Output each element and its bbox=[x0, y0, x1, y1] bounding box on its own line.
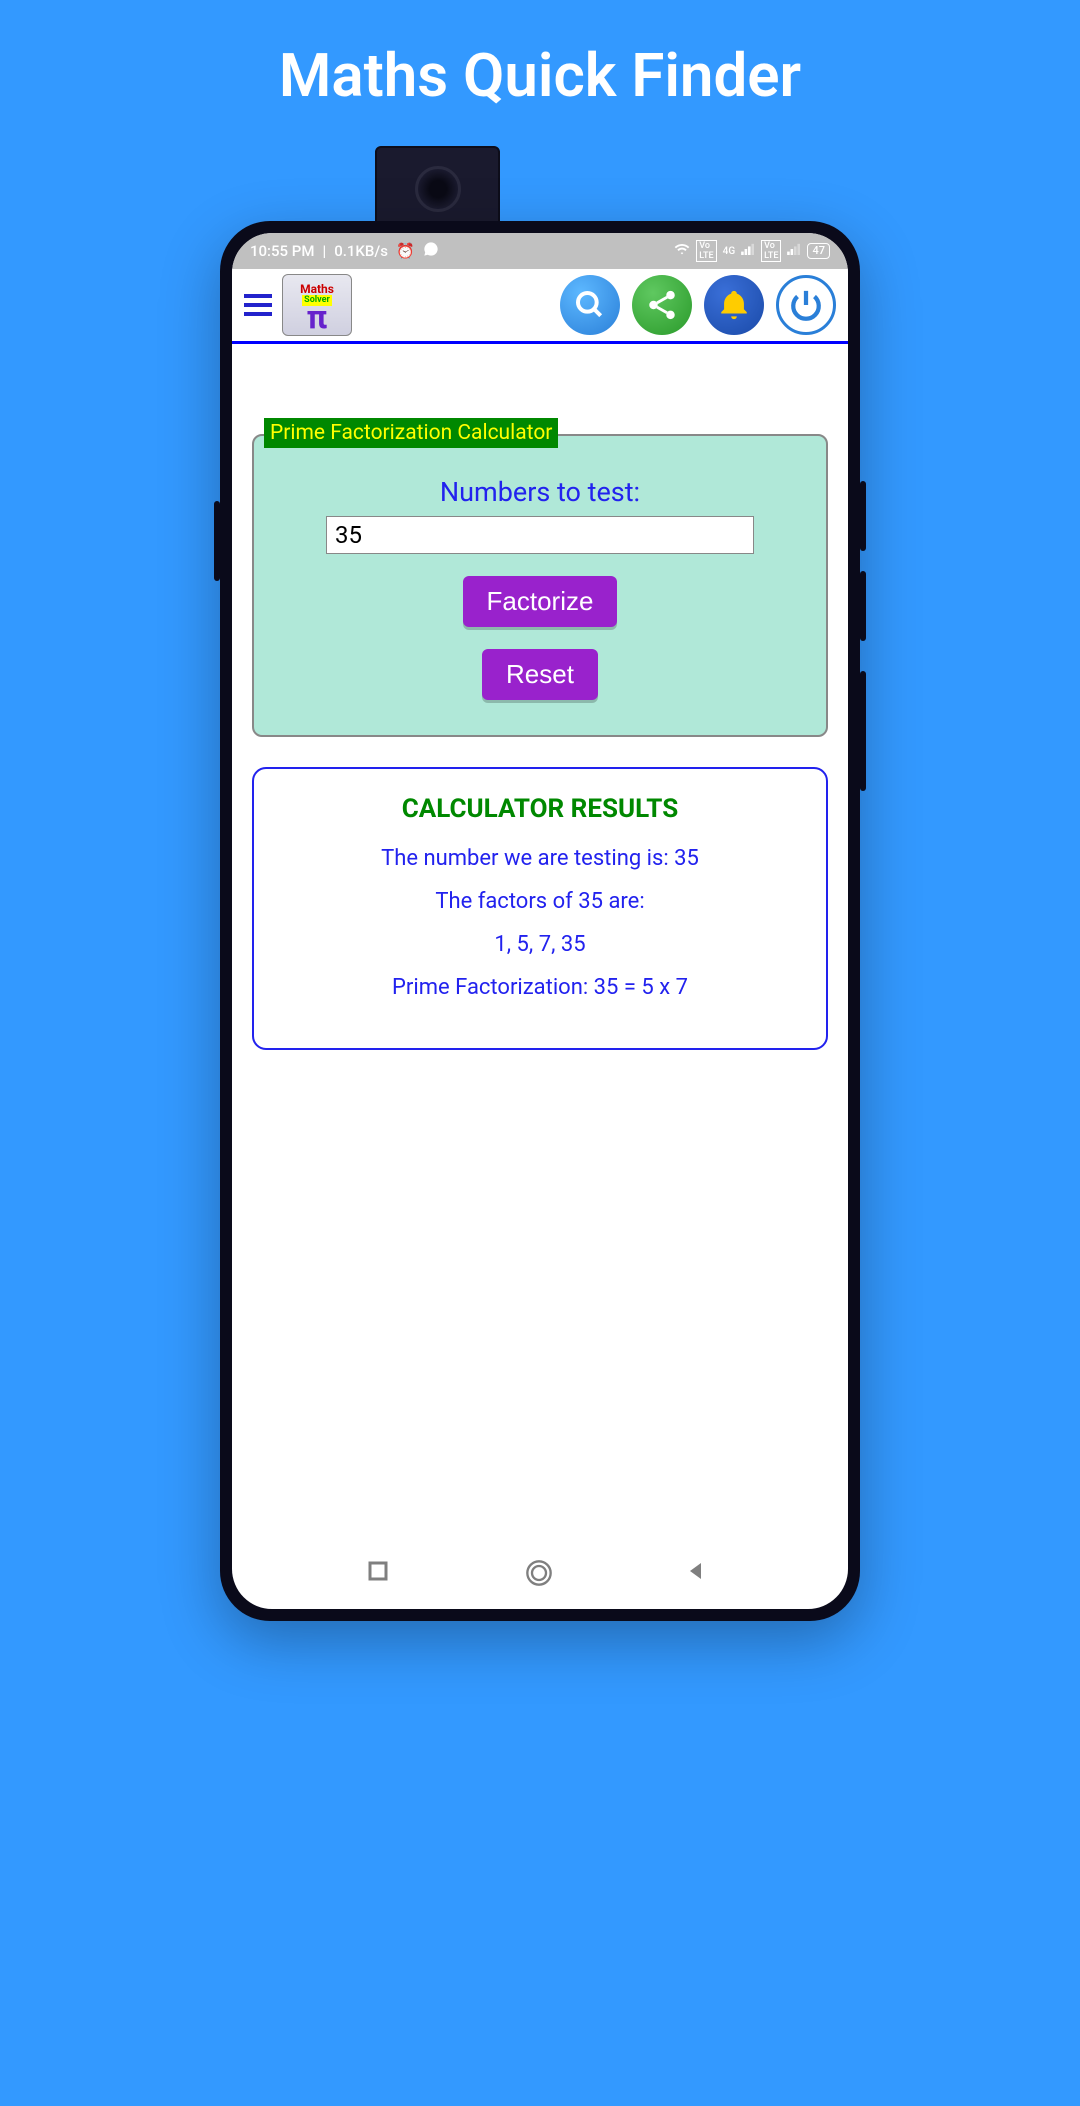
signal-icon-2 bbox=[787, 243, 801, 259]
pi-icon: π bbox=[307, 308, 328, 327]
result-prime: Prime Factorization: 35 = 5 x 7 bbox=[274, 975, 806, 1000]
results-panel: CALCULATOR RESULTS The number we are tes… bbox=[252, 767, 828, 1050]
battery-indicator: 47 bbox=[807, 243, 830, 259]
circle-icon bbox=[525, 1559, 553, 1587]
network-label: 4G bbox=[723, 246, 736, 257]
square-icon bbox=[366, 1559, 390, 1583]
results-heading: CALCULATOR RESULTS bbox=[274, 794, 806, 824]
signal-icon bbox=[741, 243, 755, 259]
bell-icon bbox=[717, 288, 751, 322]
reset-button[interactable]: Reset bbox=[482, 649, 598, 700]
power-button[interactable] bbox=[776, 275, 836, 335]
factorize-button[interactable]: Factorize bbox=[463, 576, 618, 627]
phone-screen: 10:55 PM | 0.1KB/s ⏰ VoLTE 4G bbox=[232, 233, 848, 1609]
alarm-icon: ⏰ bbox=[396, 242, 415, 260]
status-speed: 0.1KB/s bbox=[334, 242, 388, 260]
back-button[interactable] bbox=[684, 1559, 714, 1589]
status-bar: 10:55 PM | 0.1KB/s ⏰ VoLTE 4G bbox=[232, 233, 848, 269]
lte-icon-2: VoLTE bbox=[761, 240, 781, 262]
phone-side-button bbox=[214, 501, 220, 581]
phone-side-button bbox=[860, 671, 866, 791]
android-nav-bar bbox=[232, 1539, 848, 1609]
result-testing: The number we are testing is: 35 bbox=[274, 846, 806, 871]
logo-text: Maths bbox=[300, 283, 334, 295]
app-logo[interactable]: Maths Solver π bbox=[282, 274, 352, 336]
number-input[interactable] bbox=[326, 516, 754, 554]
status-time: 10:55 PM bbox=[250, 242, 314, 260]
hamburger-menu-button[interactable] bbox=[242, 288, 274, 322]
input-label: Numbers to test: bbox=[279, 476, 801, 508]
triangle-back-icon bbox=[684, 1559, 708, 1583]
camera-lens bbox=[415, 166, 461, 212]
result-factors: 1, 5, 7, 35 bbox=[274, 932, 806, 957]
wifi-icon bbox=[674, 242, 690, 260]
result-factors-label: The factors of 35 are: bbox=[274, 889, 806, 914]
search-icon bbox=[574, 289, 606, 321]
home-button[interactable] bbox=[525, 1559, 555, 1589]
recents-button[interactable] bbox=[366, 1559, 396, 1589]
status-right: VoLTE 4G VoLTE 47 bbox=[674, 240, 830, 262]
calculator-title: Prime Factorization Calculator bbox=[264, 418, 558, 448]
camera-bump bbox=[375, 146, 500, 231]
calculator-panel: Prime Factorization Calculator Numbers t… bbox=[252, 434, 828, 737]
share-button[interactable] bbox=[632, 275, 692, 335]
whatsapp-icon bbox=[423, 241, 439, 261]
search-button[interactable] bbox=[560, 275, 620, 335]
app-content: Prime Factorization Calculator Numbers t… bbox=[232, 344, 848, 1050]
app-header: Maths Solver π bbox=[232, 269, 848, 344]
phone-side-button bbox=[860, 481, 866, 551]
page-title: Maths Quick Finder bbox=[0, 0, 1080, 141]
phone-side-button bbox=[860, 571, 866, 641]
notifications-button[interactable] bbox=[704, 275, 764, 335]
lte-icon: VoLTE bbox=[696, 240, 716, 262]
share-icon bbox=[645, 288, 679, 322]
phone-frame: 10:55 PM | 0.1KB/s ⏰ VoLTE 4G bbox=[220, 221, 860, 1621]
status-left: 10:55 PM | 0.1KB/s ⏰ bbox=[250, 241, 439, 261]
phone-mockup: 10:55 PM | 0.1KB/s ⏰ VoLTE 4G bbox=[220, 221, 860, 1621]
status-divider: | bbox=[322, 242, 326, 260]
power-icon bbox=[789, 288, 823, 322]
